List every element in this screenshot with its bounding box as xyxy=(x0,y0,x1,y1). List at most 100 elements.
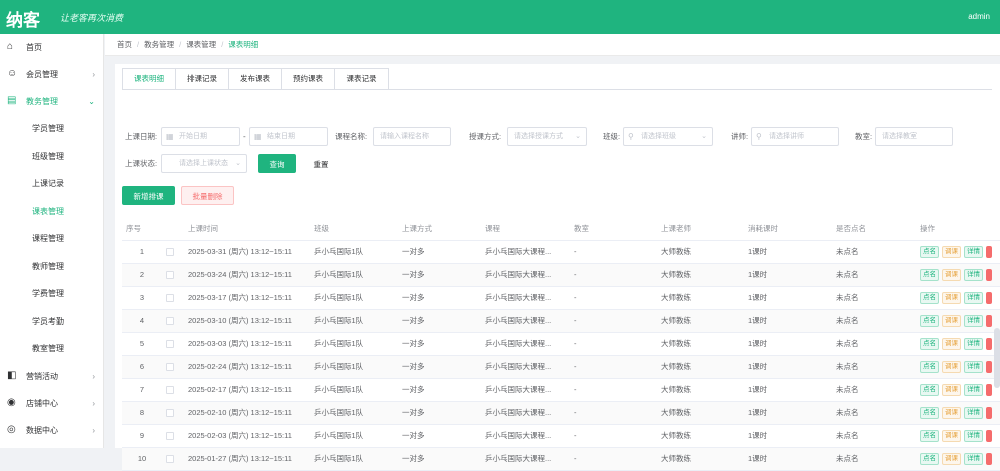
teacher-select[interactable]: ⚲ 请选择讲师 xyxy=(751,127,839,146)
rollcall-button[interactable]: 点名 xyxy=(920,337,939,350)
rollcall-button[interactable]: 点名 xyxy=(920,291,939,304)
checkbox[interactable] xyxy=(166,386,174,394)
reschedule-button[interactable]: 调课 xyxy=(942,429,961,442)
tab-booking-schedule[interactable]: 预约课表 xyxy=(282,69,335,89)
checkbox[interactable] xyxy=(166,294,174,302)
course-input[interactable]: 请输入课程名称 xyxy=(373,127,451,146)
row-checkbox[interactable] xyxy=(162,309,184,333)
delete-button[interactable] xyxy=(986,406,992,419)
sidebar-subitem-records[interactable]: 上课记录 xyxy=(0,170,103,198)
row-checkbox[interactable] xyxy=(162,355,184,379)
reschedule-button[interactable]: 调课 xyxy=(942,360,961,373)
tab-publish-schedule[interactable]: 发布课表 xyxy=(229,69,282,89)
rollcall-button[interactable]: 点名 xyxy=(920,452,939,465)
sidebar-item-academic[interactable]: ▤ 教务管理 ⌄ xyxy=(0,88,103,115)
date-end-input[interactable]: ▦ 结束日期 xyxy=(249,127,328,146)
row-checkbox[interactable] xyxy=(162,240,184,264)
checkbox[interactable] xyxy=(166,432,174,440)
date-start-input[interactable]: ▦ 开始日期 xyxy=(161,127,240,146)
sidebar-subitem-tuition[interactable]: 学费管理 xyxy=(0,280,103,308)
mode-select[interactable]: 请选择授课方式 ⌄ xyxy=(507,127,587,146)
sidebar-subitem-courses[interactable]: 课程管理 xyxy=(0,225,103,253)
detail-button[interactable]: 详情 xyxy=(964,452,983,465)
tab-schedule-detail[interactable]: 课表明细 xyxy=(123,69,176,89)
delete-button[interactable] xyxy=(986,360,992,373)
sidebar-item-marketing[interactable]: ◧ 营销活动 › xyxy=(0,363,103,390)
detail-button[interactable]: 详情 xyxy=(964,360,983,373)
rollcall-button[interactable]: 点名 xyxy=(920,245,939,258)
sidebar-subitem-schedule[interactable]: 课表管理 xyxy=(0,198,103,226)
reschedule-button[interactable]: 调课 xyxy=(942,291,961,304)
reschedule-button[interactable]: 调课 xyxy=(942,245,961,258)
search-button[interactable]: 查询 xyxy=(258,154,296,173)
reschedule-button[interactable]: 调课 xyxy=(942,268,961,281)
sidebar-item-member[interactable]: ☺ 会员管理 › xyxy=(0,61,103,88)
detail-button[interactable]: 详情 xyxy=(964,291,983,304)
detail-button[interactable]: 详情 xyxy=(964,268,983,281)
status-select[interactable]: 请选择上课状态 ⌄ xyxy=(161,154,247,173)
reschedule-button[interactable]: 调课 xyxy=(942,406,961,419)
delete-button[interactable] xyxy=(986,268,992,281)
rollcall-button[interactable]: 点名 xyxy=(920,360,939,373)
reschedule-button[interactable]: 调课 xyxy=(942,452,961,465)
delete-button[interactable] xyxy=(986,383,992,396)
row-checkbox[interactable] xyxy=(162,447,184,471)
sidebar-subitem-classes[interactable]: 班级管理 xyxy=(0,143,103,171)
row-checkbox[interactable] xyxy=(162,401,184,425)
rollcall-button[interactable]: 点名 xyxy=(920,406,939,419)
sidebar-subitem-teachers[interactable]: 教师管理 xyxy=(0,253,103,281)
col-header-checkbox[interactable] xyxy=(162,218,184,241)
delete-button[interactable] xyxy=(986,337,992,350)
checkbox[interactable] xyxy=(166,248,174,256)
row-checkbox[interactable] xyxy=(162,263,184,287)
reschedule-button[interactable]: 调课 xyxy=(942,314,961,327)
user-menu[interactable]: admin xyxy=(968,12,990,21)
tab-schedule-history[interactable]: 课表记录 xyxy=(335,69,388,89)
row-checkbox[interactable] xyxy=(162,424,184,448)
checkbox[interactable] xyxy=(166,317,174,325)
breadcrumb-home[interactable]: 首页 xyxy=(117,40,132,49)
sidebar-item-home[interactable]: ⌂ 首页 xyxy=(0,34,103,61)
reschedule-button[interactable]: 调课 xyxy=(942,383,961,396)
room-select[interactable]: 请选择教室 xyxy=(875,127,953,146)
cell-no: 3 xyxy=(122,286,162,310)
checkbox[interactable] xyxy=(166,409,174,417)
delete-button[interactable] xyxy=(986,291,992,304)
detail-button[interactable]: 详情 xyxy=(964,383,983,396)
class-select[interactable]: ⚲ 请选择班级 ⌄ xyxy=(623,127,713,146)
detail-button[interactable]: 详情 xyxy=(964,406,983,419)
rollcall-button[interactable]: 点名 xyxy=(920,383,939,396)
sidebar-item-store[interactable]: ◉ 店铺中心 › xyxy=(0,390,103,417)
delete-button[interactable] xyxy=(986,429,992,442)
breadcrumb-academic[interactable]: 教务管理 xyxy=(144,40,174,49)
vertical-scrollbar[interactable] xyxy=(994,328,1000,388)
sidebar-subitem-students[interactable]: 学员管理 xyxy=(0,115,103,143)
checkbox[interactable] xyxy=(166,340,174,348)
delete-button[interactable] xyxy=(986,314,992,327)
add-schedule-button[interactable]: 新增排课 xyxy=(122,186,175,205)
checkbox[interactable] xyxy=(166,455,174,463)
row-checkbox[interactable] xyxy=(162,286,184,310)
detail-button[interactable]: 详情 xyxy=(964,245,983,258)
brand-logo[interactable]: 纳客 xyxy=(6,6,40,31)
checkbox[interactable] xyxy=(166,363,174,371)
sidebar-subitem-attendance[interactable]: 学员考勤 xyxy=(0,308,103,336)
delete-button[interactable] xyxy=(986,245,992,258)
checkbox[interactable] xyxy=(166,271,174,279)
row-checkbox[interactable] xyxy=(162,378,184,402)
row-checkbox[interactable] xyxy=(162,332,184,356)
tab-scheduling-records[interactable]: 排课记录 xyxy=(176,69,229,89)
reschedule-button[interactable]: 调课 xyxy=(942,337,961,350)
rollcall-button[interactable]: 点名 xyxy=(920,268,939,281)
sidebar-subitem-rooms[interactable]: 教室管理 xyxy=(0,335,103,363)
batch-delete-button[interactable]: 批量删除 xyxy=(181,186,234,205)
detail-button[interactable]: 详情 xyxy=(964,314,983,327)
delete-button[interactable] xyxy=(986,452,992,465)
detail-button[interactable]: 详情 xyxy=(964,337,983,350)
detail-button[interactable]: 详情 xyxy=(964,429,983,442)
reset-button[interactable]: 重置 xyxy=(306,154,336,173)
rollcall-button[interactable]: 点名 xyxy=(920,314,939,327)
breadcrumb-schedule[interactable]: 课表管理 xyxy=(186,40,216,49)
sidebar-item-data[interactable]: ◎ 数据中心 › xyxy=(0,417,103,444)
rollcall-button[interactable]: 点名 xyxy=(920,429,939,442)
